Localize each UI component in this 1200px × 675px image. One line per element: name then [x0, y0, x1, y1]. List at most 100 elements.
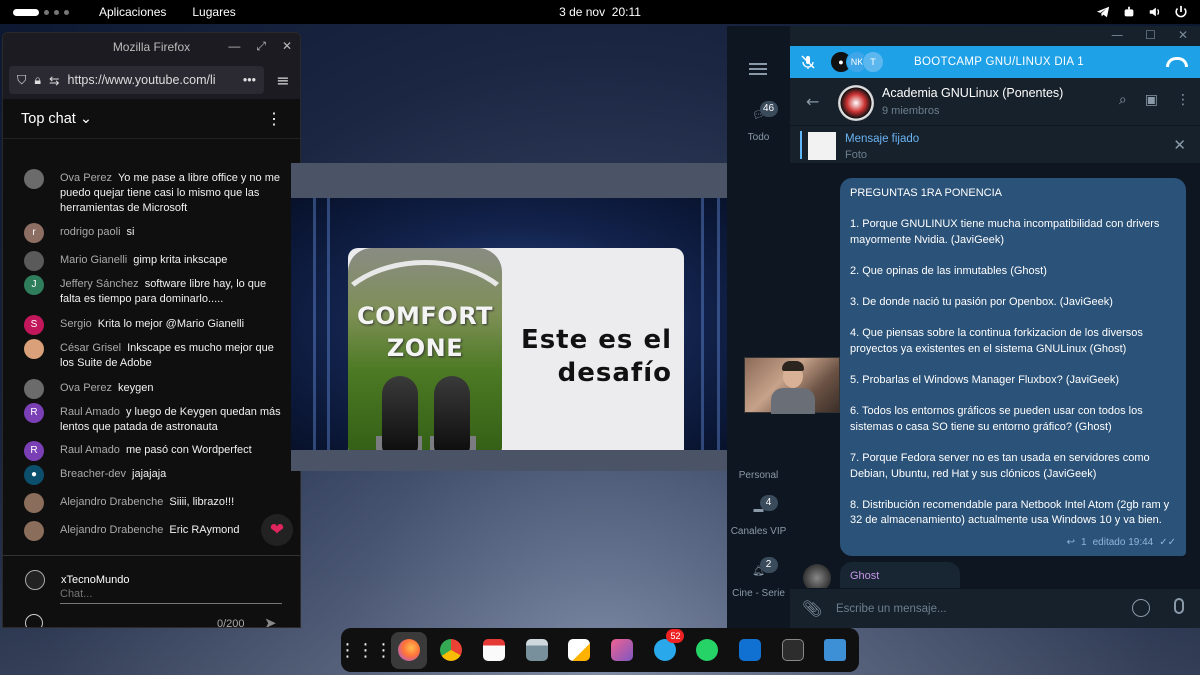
chat-input[interactable]	[60, 584, 282, 604]
applications-menu[interactable]: Aplicaciones	[99, 5, 166, 19]
lock-icon[interactable]: 🔒︎	[34, 73, 41, 88]
more-options-icon[interactable]: ⋮	[266, 109, 282, 129]
folder-personal[interactable]: Personal	[727, 470, 790, 481]
chat-message-list[interactable]: Ova Perez Yo me pase a libre office y no …	[3, 139, 300, 553]
avatar[interactable]: R	[24, 441, 44, 461]
minimize-icon[interactable]: —	[1111, 28, 1123, 42]
next-message-bubble[interactable]: Ghost	[840, 562, 960, 590]
mic-icon[interactable]	[1174, 598, 1184, 614]
calendar-icon[interactable]	[476, 632, 512, 669]
back-arrow-icon[interactable]: ←	[806, 92, 819, 111]
folder-cine-serie[interactable]: 🔔︎ 2 Cine - Serie	[727, 557, 790, 599]
folder-canales-vip[interactable]: ▬ 4 Canales VIP	[727, 495, 790, 537]
emoji-icon[interactable]	[25, 614, 43, 627]
chat-author-name[interactable]: Ova Perez	[60, 382, 112, 394]
avatar[interactable]	[24, 493, 44, 513]
permissions-icon[interactable]: ⇆	[49, 73, 59, 88]
places-menu[interactable]: Lugares	[192, 5, 235, 19]
more-options-icon[interactable]: ⋮	[1176, 92, 1190, 108]
chat-author-name[interactable]: Alejandro Drabenche	[60, 524, 163, 536]
firefox-titlebar[interactable]: Mozilla Firefox — ⤢ ✕	[3, 33, 300, 61]
clock-time[interactable]: 20:11	[612, 5, 641, 19]
power-icon[interactable]	[1174, 5, 1188, 19]
hamburger-menu-icon[interactable]	[749, 63, 767, 75]
send-icon[interactable]: ➤	[264, 614, 277, 627]
maximize-icon[interactable]: ⤢	[256, 39, 266, 54]
telegram-tray-icon[interactable]	[1096, 5, 1110, 19]
chrome-icon[interactable]	[434, 632, 470, 669]
chat-author-name[interactable]: Raul Amado	[60, 444, 120, 456]
avatar[interactable]	[24, 169, 44, 189]
text-editor-icon[interactable]	[562, 632, 598, 669]
chat-message[interactable]: ● Breacher-dev jajajaja	[3, 465, 300, 485]
reply-count[interactable]: 1	[1081, 535, 1087, 551]
app-grid-icon[interactable]: ⋮⋮⋮	[339, 632, 393, 669]
webcam-thumbnail[interactable]	[744, 357, 840, 414]
chat-message[interactable]: R Raul Amado me pasó con Wordperfect	[3, 441, 300, 461]
mic-off-icon[interactable]	[800, 54, 816, 70]
chat-author-name[interactable]: rodrigo paoli	[60, 226, 121, 238]
avatar[interactable]	[24, 521, 44, 541]
avatar[interactable]: R	[24, 403, 44, 423]
avatar[interactable]	[24, 339, 44, 359]
folder-all[interactable]: 💬︎ 46 Todo	[727, 101, 790, 143]
url-bar[interactable]: ⛉ 🔒︎ ⇆ https://www.youtube.com/li •••	[9, 66, 264, 94]
search-icon[interactable]: ⌕	[1119, 92, 1127, 108]
chat-author-name[interactable]: Sergio	[60, 318, 92, 330]
emoji-icon[interactable]	[1132, 599, 1150, 617]
chat-author-name[interactable]: Ova Perez	[60, 172, 112, 184]
robot-tray-icon[interactable]	[1122, 5, 1136, 19]
firefox-menu-icon[interactable]: ≡	[272, 71, 294, 90]
avatar[interactable]: J	[24, 275, 44, 295]
pinned-message-bar[interactable]: Mensaje fijado Foto ✕	[790, 126, 1200, 164]
chat-message[interactable]: Ova Perez keygen	[3, 379, 300, 399]
close-pin-icon[interactable]: ✕	[1173, 136, 1186, 154]
chat-message[interactable]: R Raul Amado y luego de Keygen quedan más …	[3, 403, 300, 435]
message-input[interactable]	[836, 599, 1116, 619]
maximize-icon[interactable]: ☐	[1145, 28, 1156, 42]
chat-message[interactable]: Alejandro Drabenche Siiii, librazo!!!	[3, 493, 300, 513]
page-actions-icon[interactable]: •••	[243, 73, 256, 87]
avatar[interactable]: S	[24, 315, 44, 335]
top-chat-dropdown[interactable]: Top chat ⌄	[21, 111, 92, 127]
shield-icon[interactable]: ⛉	[17, 73, 26, 88]
close-icon[interactable]: ✕	[1178, 28, 1188, 42]
avatar[interactable]	[24, 251, 44, 271]
chat-header[interactable]: ← Academia GNULinux (Ponentes) 9 miembro…	[790, 78, 1200, 126]
chat-message[interactable]: Ova Perez Yo me pase a libre office y no …	[3, 169, 300, 216]
chat-message[interactable]: Alejandro Drabenche Eric RAymond	[3, 521, 300, 541]
attach-icon[interactable]: 📎︎	[802, 599, 822, 618]
chat-message[interactable]: r rodrigo paoli si	[3, 223, 300, 243]
close-icon[interactable]: ✕	[282, 39, 292, 54]
volume-icon[interactable]	[1148, 5, 1162, 19]
extensions-icon[interactable]	[817, 632, 853, 669]
telegram-icon[interactable]: 52	[647, 628, 685, 669]
chat-message[interactable]: J Jeffery Sánchez software libre hay, lo q…	[3, 275, 300, 307]
chat-author-name[interactable]: Mario Gianelli	[60, 254, 127, 266]
minimize-icon[interactable]: —	[228, 39, 240, 54]
chat-author-name[interactable]: Jeffery Sánchez	[60, 278, 139, 290]
avatar[interactable]	[24, 379, 44, 399]
whatsapp-icon[interactable]	[689, 632, 725, 669]
files-icon[interactable]	[519, 632, 555, 669]
chat-author-name[interactable]: Alejandro Drabenche	[60, 496, 163, 508]
chat-message[interactable]: Mario Gianelli gimp krita inkscape	[3, 251, 300, 271]
chat-author-name[interactable]: Raul Amado	[60, 406, 120, 418]
voice-chat-icon[interactable]: ▣	[1145, 92, 1158, 108]
firefox-icon[interactable]	[391, 631, 427, 669]
heart-reaction-icon[interactable]: ❤	[261, 514, 293, 546]
voice-chat-bar[interactable]: ● NK T BOOTCAMP GNU/LINUX DIA 1	[790, 46, 1200, 78]
avatar[interactable]: ●	[24, 465, 44, 485]
workspace-indicator[interactable]	[13, 8, 69, 16]
message-area[interactable]: PREGUNTAS 1RA PONENCIA 1. Porque GNULINUX…	[790, 164, 1200, 592]
clock-date[interactable]: 3 de nov	[559, 5, 605, 19]
chat-author-name[interactable]: Breacher-dev	[60, 468, 126, 480]
chat-message[interactable]: S Sergio Krita lo mejor @Mario Gianelli	[3, 315, 300, 335]
hang-up-icon[interactable]	[1166, 57, 1188, 67]
software-store-icon[interactable]	[604, 632, 640, 669]
joplin-icon[interactable]	[732, 632, 768, 669]
avatar[interactable]: r	[24, 223, 44, 243]
message-bubble[interactable]: PREGUNTAS 1RA PONENCIA 1. Porque GNULINUX…	[840, 178, 1186, 556]
chat-message[interactable]: César Grisel Inkscape es mucho mejor que …	[3, 339, 300, 371]
chat-author-name[interactable]: César Grisel	[60, 342, 121, 354]
